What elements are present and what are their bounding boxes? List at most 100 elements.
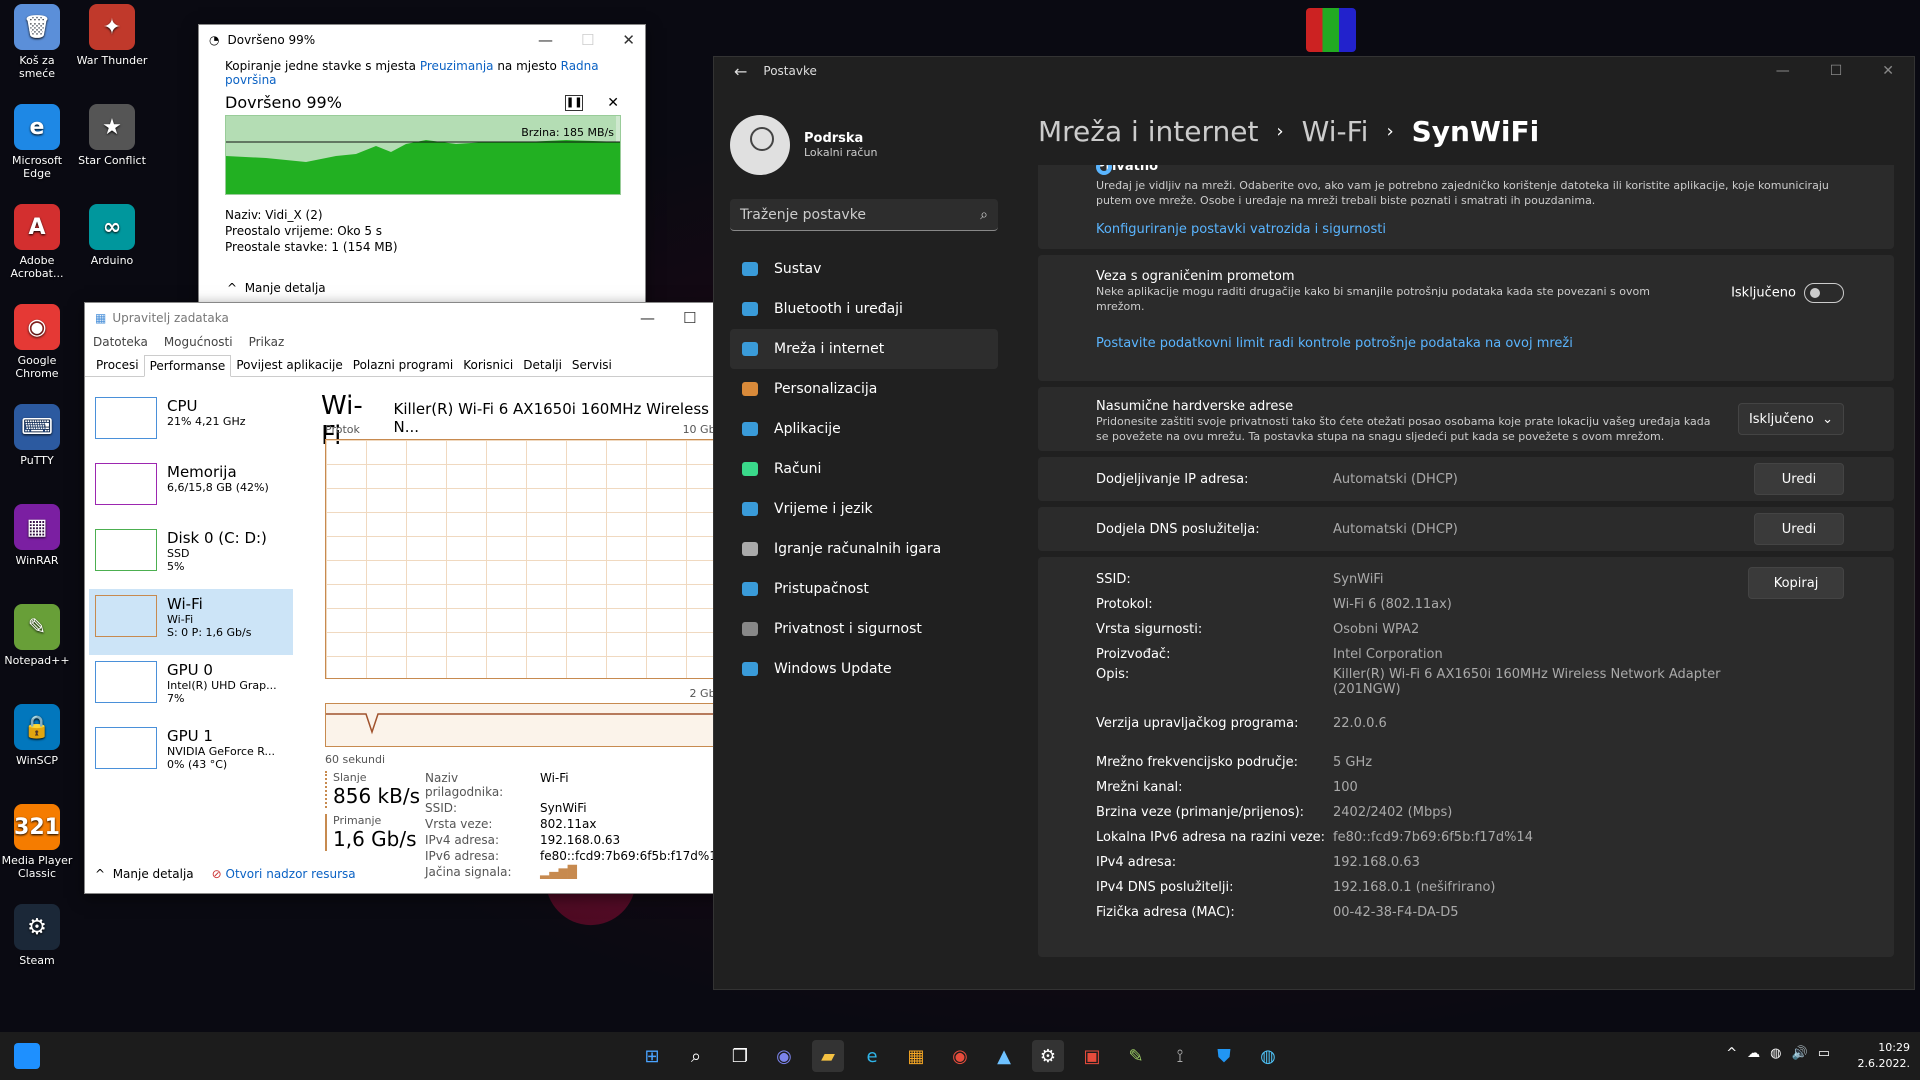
task-view-icon[interactable]: ❐ — [724, 1040, 756, 1072]
start-icon[interactable]: ⊞ — [636, 1040, 668, 1072]
battery-icon[interactable]: ▭ — [1818, 1046, 1830, 1061]
minimize-button[interactable]: — — [538, 31, 553, 49]
pause-button[interactable]: ❚❚ — [565, 94, 584, 111]
maximize-button[interactable]: ☐ — [581, 31, 594, 49]
chevron-up-icon[interactable]: ^ — [1726, 1046, 1737, 1061]
tm-tab[interactable]: Detalji — [518, 355, 567, 376]
edit-dns-button[interactable]: Uredi — [1754, 513, 1844, 545]
globe-tray-icon[interactable]: ◍ — [1770, 1046, 1781, 1061]
nav-item[interactable]: Pristupačnost — [730, 569, 998, 609]
chevron-right-icon: › — [1386, 121, 1394, 142]
tm-resource-item[interactable]: Wi-Fi Wi-Fi S: 0 P: 1,6 Gb/s — [89, 589, 293, 655]
cancel-copy-button[interactable]: ✕ — [607, 95, 619, 111]
tm-tab[interactable]: Performanse — [143, 355, 232, 377]
chevron-right-icon: › — [1276, 121, 1284, 142]
winrar-floating-icon[interactable] — [1306, 8, 1356, 52]
tm-tab[interactable]: Polazni programi — [348, 355, 458, 376]
nav-icon — [742, 342, 758, 356]
user-card[interactable]: Podrska Lokalni račun — [730, 115, 877, 175]
desktop-icon[interactable]: ▦ WinRAR — [0, 504, 74, 567]
random-address-dropdown[interactable]: Isključeno ⌄ — [1738, 403, 1844, 435]
tm-less-details-button[interactable]: ^ Manje detalja — [95, 867, 194, 881]
store-icon[interactable]: ▦ — [900, 1040, 932, 1072]
settings-maximize-button[interactable]: ☐ — [1830, 63, 1843, 79]
breadcrumb-network[interactable]: Mreža i internet — [1038, 115, 1258, 148]
clock[interactable]: 10:29 2.6.2022. — [1858, 1040, 1910, 1072]
nav-item[interactable]: Privatnost i sigurnost — [730, 609, 998, 649]
tm-minimize-button[interactable]: — — [640, 309, 655, 327]
desktop-icon[interactable]: ⚙ Steam — [0, 904, 74, 967]
file-explorer-icon[interactable]: ▰ — [812, 1040, 844, 1072]
close-button[interactable]: ✕ — [622, 31, 635, 49]
nav-item[interactable]: Sustav — [730, 249, 998, 289]
chevron-up-icon: ^ — [95, 867, 106, 881]
source-link[interactable]: Preuzimanja — [420, 59, 494, 73]
property-key: SSID: — [1096, 572, 1131, 587]
tm-maximize-button[interactable]: ☐ — [683, 309, 696, 327]
desktop-icon[interactable]: A Adobe Acrobat... — [0, 204, 74, 280]
photos-icon[interactable]: ▲ — [988, 1040, 1020, 1072]
tm-resource-item[interactable]: GPU 0 Intel(R) UHD Grap... 7% — [89, 655, 293, 721]
metered-toggle[interactable]: Isključeno — [1731, 283, 1844, 303]
tm-menu-item[interactable]: Prikaz — [249, 335, 285, 349]
chat-icon[interactable]: ◉ — [768, 1040, 800, 1072]
defender-icon[interactable]: ⛊ — [1208, 1040, 1240, 1072]
show-desktop-button[interactable] — [14, 1043, 40, 1069]
tm-tab[interactable]: Povijest aplikacije — [231, 355, 347, 376]
copy-less-details-button[interactable]: ^ Manje detalja — [227, 281, 326, 295]
nav-item[interactable]: Mreža i internet — [730, 329, 998, 369]
edge-icon[interactable]: e — [856, 1040, 888, 1072]
desktop-icon[interactable]: 321 Media Player Classic — [0, 804, 74, 880]
tm-resource-item[interactable]: GPU 1 NVIDIA GeForce R... 0% (43 °C) — [89, 721, 293, 787]
time-axis-label: 60 sekundi — [325, 753, 386, 766]
firewall-settings-link[interactable]: Konfiguriranje postavki vatrozida i sigu… — [1096, 222, 1836, 237]
back-arrow-icon[interactable]: ← — [734, 62, 747, 81]
tm-tab[interactable]: Procesi — [91, 355, 144, 376]
private-radio-row[interactable]: Privatno — [1096, 165, 1836, 175]
tm-menu-item[interactable]: Mogućnosti — [164, 335, 233, 349]
desktop-icon[interactable]: ★ Star Conflict — [75, 104, 149, 167]
data-limit-link[interactable]: Postavite podatkovni limit radi kontrole… — [1096, 336, 1836, 351]
tm-resource-item[interactable]: Memorija 6,6/15,8 GB (42%) — [89, 457, 293, 523]
volume-icon[interactable]: 🔊 — [1792, 1046, 1808, 1061]
desktop-icon[interactable]: ◉ Google Chrome — [0, 304, 74, 380]
edit-ip-button[interactable]: Uredi — [1754, 463, 1844, 495]
nav-item[interactable]: Aplikacije — [730, 409, 998, 449]
copy-properties-button[interactable]: Kopiraj — [1748, 567, 1844, 599]
tm-resource-item[interactable]: CPU 21% 4,21 GHz — [89, 391, 293, 457]
search-icon[interactable]: ⌕ — [680, 1040, 712, 1072]
settings-search-input[interactable]: Traženje postavke ⌕ — [730, 199, 998, 231]
tm-tab[interactable]: Servisi — [567, 355, 617, 376]
settings-icon[interactable]: ⚙ — [1032, 1040, 1064, 1072]
chrome-icon[interactable]: ◉ — [944, 1040, 976, 1072]
desktop-icon[interactable]: ∞ Arduino — [75, 204, 149, 267]
tm-menu-item[interactable]: Datoteka — [93, 335, 148, 349]
network-tray-icon[interactable]: ☁ — [1747, 1046, 1760, 1061]
nav-item[interactable]: Vrijeme i jezik — [730, 489, 998, 529]
throughput-subgraph — [325, 703, 725, 747]
desktop-icon[interactable]: ⌨ PuTTY — [0, 404, 74, 467]
desktop-icon[interactable]: 🔒 WinSCP — [0, 704, 74, 767]
settings-minimize-button[interactable]: — — [1776, 63, 1790, 79]
dns-assignment-card: Dodjela DNS poslužitelja: Automatski (DH… — [1038, 507, 1894, 551]
globe-icon[interactable]: ◍ — [1252, 1040, 1284, 1072]
tm-tab[interactable]: Korisnici — [458, 355, 518, 376]
adapter-details: Naziv prilagodnika: Wi-Fi SSID: SynWiFi Vrst… — [425, 771, 725, 879]
desktop-icon[interactable]: e Microsoft Edge — [0, 104, 74, 180]
app-icon-red[interactable]: ▣ — [1076, 1040, 1108, 1072]
resource-monitor-link[interactable]: ⊘ Otvori nadzor resursa — [212, 867, 356, 881]
nav-item[interactable]: Personalizacija — [730, 369, 998, 409]
nav-item[interactable]: Windows Update — [730, 649, 998, 689]
app-icon-signal[interactable]: ⟟ — [1164, 1040, 1196, 1072]
breadcrumb-wifi[interactable]: Wi-Fi — [1302, 115, 1369, 148]
nav-item[interactable]: Računi — [730, 449, 998, 489]
notepad-icon[interactable]: ✎ — [1120, 1040, 1152, 1072]
nav-item[interactable]: Igranje računalnih igara — [730, 529, 998, 569]
desktop-icon[interactable]: 🗑 Koš za smeće — [0, 4, 74, 80]
settings-close-button[interactable]: ✕ — [1882, 63, 1894, 79]
desktop-icon[interactable]: ✦ War Thunder — [75, 4, 149, 67]
metered-state: Isključeno — [1731, 285, 1796, 301]
tm-resource-item[interactable]: Disk 0 (C: D:) SSD 5% — [89, 523, 293, 589]
desktop-icon[interactable]: ✎ Notepad++ — [0, 604, 74, 667]
nav-item[interactable]: Bluetooth i uređaji — [730, 289, 998, 329]
